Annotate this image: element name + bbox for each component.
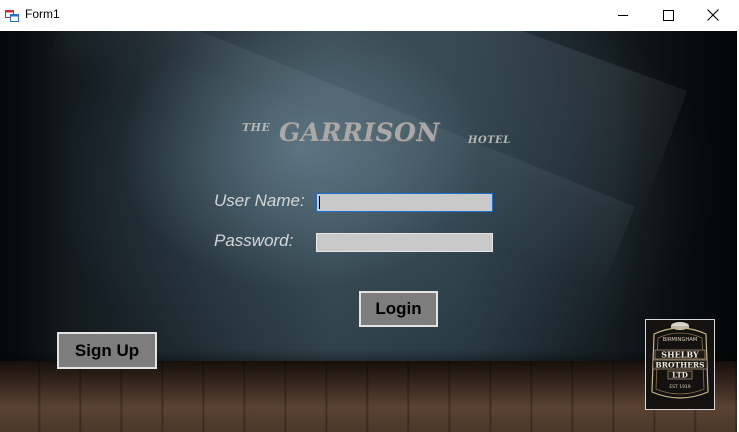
maximize-button[interactable] bbox=[645, 0, 691, 30]
wall-shadow-left bbox=[0, 31, 70, 376]
badge-est: EST 1919 bbox=[669, 384, 690, 390]
login-window: Form1 THE GARRISON HOTEL User Name: Pass… bbox=[0, 0, 739, 432]
title-bar[interactable]: Form1 bbox=[0, 0, 739, 31]
wooden-floor bbox=[0, 361, 737, 432]
shelby-brothers-emblem: BIRMINGHAM SHELBY BROTHERS LTD EST 1919 bbox=[646, 320, 714, 409]
minimize-icon bbox=[617, 10, 629, 21]
form-background: THE GARRISON HOTEL User Name: Password: … bbox=[0, 31, 737, 432]
login-button[interactable]: Login bbox=[359, 291, 438, 327]
window-title: Form1 bbox=[25, 7, 60, 21]
close-icon bbox=[707, 9, 719, 21]
app-icon bbox=[5, 8, 19, 22]
username-input[interactable] bbox=[316, 193, 493, 212]
badge-line3: LTD bbox=[672, 371, 688, 380]
badge-top-text: BIRMINGHAM bbox=[663, 337, 698, 343]
minimize-button[interactable] bbox=[600, 0, 646, 30]
text-caret bbox=[319, 196, 320, 209]
password-label: Password: bbox=[214, 231, 294, 250]
username-label: User Name: bbox=[214, 191, 305, 210]
logo-name: GARRISON bbox=[279, 118, 440, 147]
maximize-icon bbox=[662, 9, 674, 21]
badge-line2: BROTHERS bbox=[655, 361, 704, 370]
password-input[interactable] bbox=[316, 233, 493, 252]
logo-prefix: THE bbox=[242, 121, 271, 134]
logo-suffix: HOTEL bbox=[468, 135, 511, 146]
shelby-brothers-logo: BIRMINGHAM SHELBY BROTHERS LTD EST 1919 bbox=[645, 319, 715, 410]
signup-button[interactable]: Sign Up bbox=[57, 332, 157, 369]
close-button[interactable] bbox=[690, 0, 736, 30]
badge-line1: SHELBY bbox=[661, 350, 699, 360]
